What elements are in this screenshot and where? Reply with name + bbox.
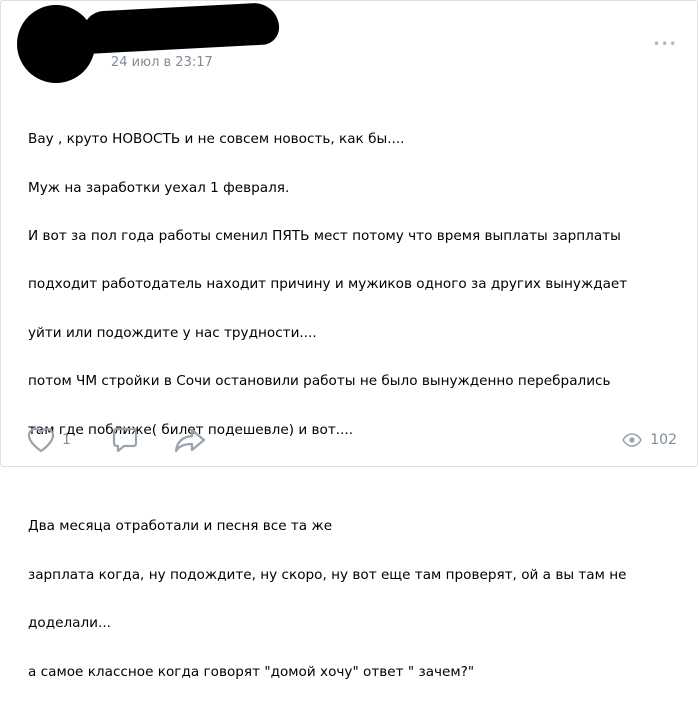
post-text-line: Муж на заработки уехал 1 февраля. — [28, 179, 290, 196]
like-count: 1 — [62, 432, 71, 448]
post-text-line: а самое классное когда говорят "домой хо… — [28, 663, 475, 680]
more-options-icon[interactable]: ••• — [653, 38, 677, 50]
share-icon — [173, 426, 207, 454]
share-button[interactable] — [173, 423, 207, 457]
comment-button[interactable] — [111, 423, 139, 457]
post-card: 24 июл в 23:17 ••• Вау , круто НОВОСТЬ и… — [0, 0, 698, 680]
post-text-line: И вот за пол года работы сменил ПЯТЬ мес… — [28, 228, 621, 245]
post-text-line: уйти или подождите у нас трудности.... — [28, 324, 317, 341]
post-date[interactable]: 24 июл в 23:17 — [111, 55, 213, 70]
post-text-line: потом ЧМ стройки в Сочи остановили работ… — [28, 373, 611, 390]
post-text-line: подходит работодатель находит причину и … — [28, 276, 628, 293]
post-text-line: Два месяца отработали и песня все та же — [28, 518, 333, 535]
comment-icon — [111, 426, 139, 454]
heart-icon — [26, 427, 56, 453]
author-name-redacted[interactable] — [82, 1, 280, 55]
like-button[interactable]: 1 — [26, 423, 71, 457]
post-text: Вау , круто НОВОСТЬ и не совсем новость,… — [28, 103, 678, 708]
post-text-line: зарплата когда, ну подождите, ну скоро, … — [28, 566, 627, 583]
views-count: 102 — [650, 432, 677, 448]
views-counter: 102 — [622, 423, 677, 457]
post-actions: 1 102 — [1, 423, 697, 457]
post-text-line: доделали... — [28, 615, 111, 632]
eye-icon — [622, 433, 643, 447]
post-text-line — [28, 466, 678, 490]
post-text-line: Вау , круто НОВОСТЬ и не совсем новость,… — [28, 131, 405, 148]
